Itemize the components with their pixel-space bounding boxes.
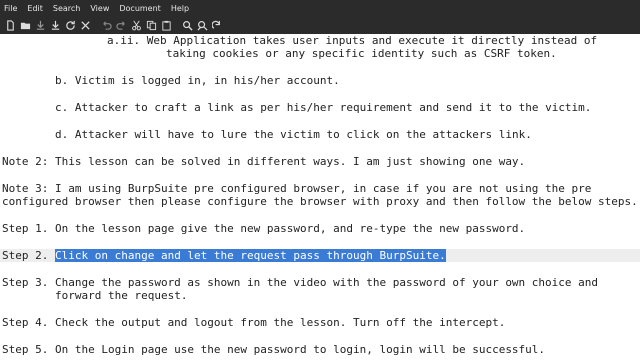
text-line: Note 3: I am using BurpSuite pre configu… <box>2 182 592 195</box>
menu-document[interactable]: Document <box>114 0 165 17</box>
text-line: d. Attacker will have to lure the victim… <box>55 128 532 141</box>
text-line: Step 4. Check the output and logout from… <box>2 316 506 329</box>
toolbar <box>0 17 640 34</box>
text-line: b. Victim is logged in, in his/her accou… <box>55 74 340 87</box>
goto-icon[interactable] <box>210 19 224 33</box>
text-line: taking cookies or any specific identity … <box>166 47 557 60</box>
undo-icon[interactable] <box>99 19 113 33</box>
text-line: forward the request. <box>55 289 188 302</box>
text-line: Note 2: This lesson can be solved in dif… <box>2 155 526 168</box>
close-icon[interactable] <box>78 19 92 33</box>
find-replace-icon[interactable] <box>195 19 209 33</box>
open-file-icon[interactable] <box>18 19 32 33</box>
redo-icon[interactable] <box>114 19 128 33</box>
menu-edit[interactable]: Edit <box>22 0 48 17</box>
menu-bar: File Edit Search View Document Help <box>0 0 640 17</box>
find-icon[interactable] <box>180 19 194 33</box>
text-selection[interactable]: Click on change and let the request pass… <box>54 249 446 262</box>
text-line: configured browser then please configure… <box>2 195 638 208</box>
text-line: Step 5. On the Login page use the new pa… <box>2 343 546 356</box>
reload-icon[interactable] <box>63 19 77 33</box>
save-icon[interactable] <box>33 19 47 33</box>
text-line: Step 3. Change the password as shown in … <box>2 276 599 289</box>
text-editor[interactable]: a.ii. Web Application takes user inputs … <box>0 34 640 360</box>
menu-file[interactable]: File <box>0 0 22 17</box>
menu-help[interactable]: Help <box>166 0 194 17</box>
menu-view[interactable]: View <box>85 0 114 17</box>
cut-icon[interactable] <box>129 19 143 33</box>
new-file-icon[interactable] <box>3 19 17 33</box>
menu-search[interactable]: Search <box>48 0 85 17</box>
paste-icon[interactable] <box>159 19 173 33</box>
step2-prefix: Step 2. <box>2 249 55 262</box>
text-line: Step 2. Click on change and let the requ… <box>2 249 446 262</box>
text-line: c. Attacker to craft a link as per his/h… <box>55 101 592 114</box>
text-line: Step 1. On the lesson page give the new … <box>2 222 526 235</box>
save-as-icon[interactable] <box>48 19 62 33</box>
copy-icon[interactable] <box>144 19 158 33</box>
text-line: a.ii. Web Application takes user inputs … <box>107 34 598 47</box>
